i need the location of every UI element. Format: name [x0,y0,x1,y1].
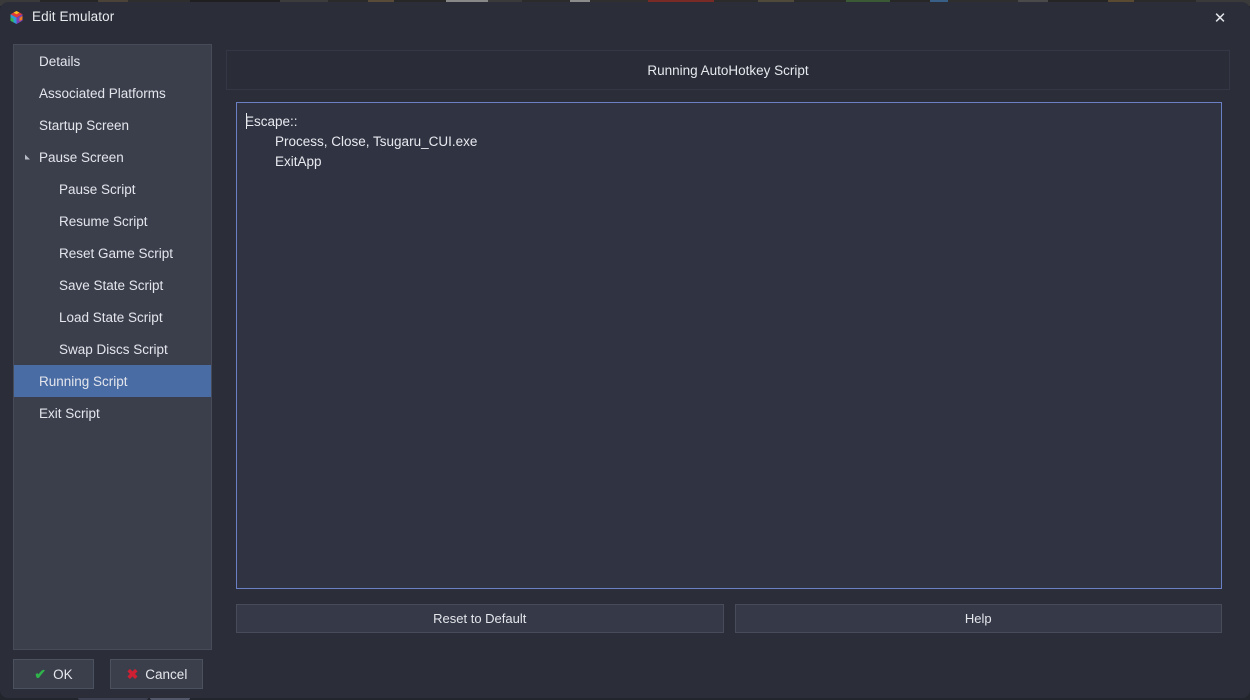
tree-item-label: Load State Script [59,309,163,325]
action-button-row: Reset to Default Help [236,604,1222,633]
script-line: Process, Close, Tsugaru_CUI.exe [245,134,478,149]
edit-emulator-dialog: Edit Emulator ✕ Details Associated Platfo… [0,2,1250,698]
tree-item-running-script[interactable]: Running Script [14,365,211,397]
tree-item-label: Associated Platforms [39,85,166,101]
tree-item-swap-discs-script[interactable]: Swap Discs Script [14,333,211,365]
ok-button-label: OK [53,666,73,682]
tree-item-pause-script[interactable]: Pause Script [14,173,211,205]
text-caret [246,113,247,129]
expand-collapse-arrow-icon[interactable] [25,154,30,160]
tree-item-reset-game-script[interactable]: Reset Game Script [14,237,211,269]
tree-item-label: Pause Screen [39,149,124,165]
script-code-lines: Escape:: Process, Close, Tsugaru_CUI.exe… [245,112,1221,172]
tree-item-save-state-script[interactable]: Save State Script [14,269,211,301]
cancel-button-label: Cancel [145,666,188,682]
tree-item-label: Pause Script [59,181,136,197]
script-line: ExitApp [245,154,322,169]
tree-item-startup-screen[interactable]: Startup Screen [14,109,211,141]
tree-item-load-state-script[interactable]: Load State Script [14,301,211,333]
cube-icon [9,10,24,25]
script-text-area[interactable]: Escape:: Process, Close, Tsugaru_CUI.exe… [236,102,1222,589]
section-title: Running AutoHotkey Script [226,50,1230,90]
tree-item-label: Details [39,53,81,69]
tree-item-exit-script[interactable]: Exit Script [14,397,211,429]
check-icon: ✔ [34,665,47,682]
tree-item-associated-platforms[interactable]: Associated Platforms [14,77,211,109]
script-line: Escape:: [245,114,298,129]
tree-item-label: Resume Script [59,213,148,229]
help-button[interactable]: Help [734,604,1222,633]
tree-item-pause-screen[interactable]: Pause Screen [14,141,211,173]
dialog-footer: ✔ OK ✖ Cancel [13,659,204,689]
window-title: Edit Emulator [32,9,115,24]
ok-button[interactable]: ✔ OK [13,659,94,689]
content-pane: Running AutoHotkey Script Escape:: Proce… [226,44,1230,650]
tree-item-label: Swap Discs Script [59,341,168,357]
cancel-button[interactable]: ✖ Cancel [110,659,204,689]
reset-to-default-button[interactable]: Reset to Default [236,604,724,633]
settings-tree[interactable]: Details Associated Platforms Startup Scree… [13,44,212,650]
tree-item-resume-script[interactable]: Resume Script [14,205,211,237]
tree-item-label: Startup Screen [39,117,130,133]
tree-item-label: Running Script [39,373,128,389]
tree-item-label: Save State Script [59,277,164,293]
title-bar: Edit Emulator ✕ [0,2,1250,33]
tree-item-label: Exit Script [39,405,100,421]
tree-item-label: Reset Game Script [59,245,174,261]
cross-icon: ✖ [126,665,139,682]
tree-item-details[interactable]: Details [14,45,211,77]
close-icon[interactable]: ✕ [1198,2,1242,33]
